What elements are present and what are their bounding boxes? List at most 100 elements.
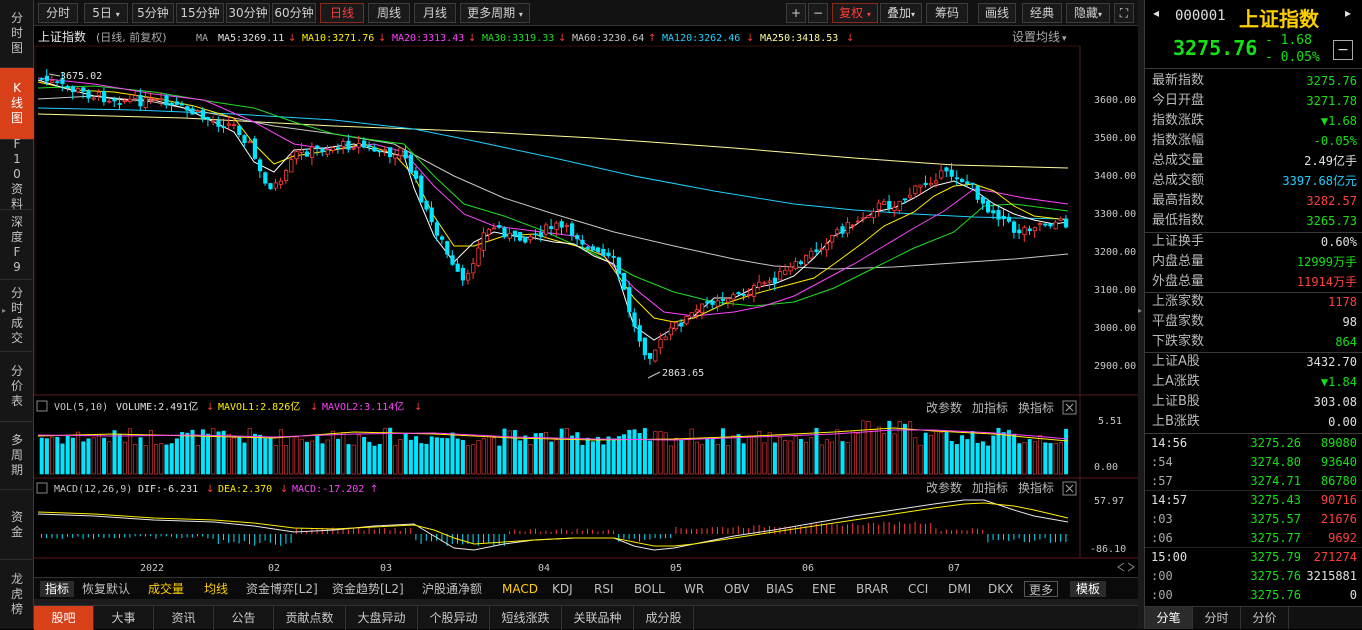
stat-label: 最高指数 <box>1152 193 1205 208</box>
tab-zixun[interactable]: 资讯 <box>154 606 214 630</box>
tab-fenshi[interactable]: 分时 <box>1193 607 1241 629</box>
macd-change-param-link[interactable]: 改参数 <box>926 480 962 495</box>
candle-body <box>471 263 476 274</box>
indicator-tab[interactable]: 恢复默认 <box>82 581 130 597</box>
indicator-tab[interactable]: MACD <box>502 581 538 597</box>
more-periods-button[interactable]: 更多周期 ▾ <box>460 3 530 23</box>
tick-volume: 9692 <box>1328 531 1357 545</box>
volume-bar <box>252 433 257 475</box>
candle-body <box>564 225 570 227</box>
indicator-tab[interactable]: 资金博弈[L2] <box>246 581 318 597</box>
period-daily-button[interactable]: 日线 <box>320 3 364 23</box>
scroll-right-icon[interactable] <box>1127 562 1135 572</box>
kline-chart-area[interactable]: 上证指数 (日线, 前复权) MA MA5:3269.11 ↓ MA10:327… <box>34 26 1138 577</box>
indicator-tab[interactable]: BRAR <box>856 581 889 597</box>
tab-gongxian[interactable]: 贡献点数 <box>274 606 346 630</box>
nav-zijin[interactable]: 资金 <box>0 490 34 560</box>
nav-f10[interactable]: F10资料 <box>0 137 34 211</box>
volume-bar <box>518 440 523 475</box>
indicator-tab[interactable]: BIAS <box>766 581 794 597</box>
tab-fenjia[interactable]: 分价 <box>1241 607 1289 629</box>
stat-row: 上证B股 303.08 <box>1145 392 1362 412</box>
indicator-tab[interactable]: DMI <box>948 581 971 597</box>
period-30min-button[interactable]: 30分钟 <box>226 3 270 23</box>
tab-gegu-yidong[interactable]: 个股异动 <box>418 606 490 630</box>
nav-fenjiabiao[interactable]: 分价表 <box>0 352 34 422</box>
chips-button[interactable]: 筹码 <box>926 3 968 23</box>
nav-kline[interactable]: K线图 <box>0 68 34 140</box>
expand-arrow-icon[interactable]: ▸ <box>2 306 6 315</box>
overlay-button[interactable]: 叠加▾ <box>880 3 922 23</box>
period-60min-button[interactable]: 60分钟 <box>272 3 316 23</box>
candle-body <box>861 217 866 220</box>
candle-body <box>226 123 231 126</box>
candle-body <box>543 224 549 235</box>
indicator-tab[interactable]: CCI <box>908 581 928 597</box>
macd-switch-indicator-link[interactable]: 换指标 <box>1018 480 1054 495</box>
zoom-out-button[interactable]: − <box>808 3 828 23</box>
scroll-left-icon[interactable] <box>1117 562 1125 572</box>
tab-gonggao[interactable]: 公告 <box>214 606 274 630</box>
volume-bar <box>788 440 793 475</box>
period-15min-button[interactable]: 15分钟 <box>176 3 224 23</box>
indicator-tab[interactable]: 资金趋势[L2] <box>332 581 404 597</box>
nav-depth-f9[interactable]: 深度F9 <box>0 210 34 280</box>
vol-add-indicator-link[interactable]: 加指标 <box>972 400 1008 415</box>
vol-change-param-link[interactable]: 改参数 <box>926 400 962 415</box>
back-arrow-icon[interactable]: ◂ <box>1153 6 1159 20</box>
nav-fenshitu[interactable]: 分时图 <box>0 0 34 68</box>
vol-switch-indicator-link[interactable]: 换指标 <box>1018 400 1054 415</box>
tab-chengfengu[interactable]: 成分股 <box>634 606 694 630</box>
indicator-tab[interactable]: 指标 <box>40 581 74 597</box>
period-monthly-button[interactable]: 月线 <box>414 3 456 23</box>
ma-settings-link[interactable]: 设置均线 <box>1012 30 1060 44</box>
indicator-tab[interactable]: 均线 <box>204 581 228 597</box>
more-indicators-button[interactable]: 更多 <box>1024 581 1059 597</box>
collapse-arrow-icon[interactable]: ▸ <box>1138 306 1142 315</box>
hide-button[interactable]: 隐藏▾ <box>1066 3 1110 23</box>
template-button[interactable]: 模板 <box>1070 581 1107 597</box>
period-5day-button[interactable]: 5日 ▾ <box>84 3 128 23</box>
tab-duanxian[interactable]: 短线涨跌 <box>490 606 562 630</box>
zoom-in-button[interactable]: + <box>786 3 806 23</box>
indicator-tab[interactable]: 沪股通净额 <box>422 581 482 597</box>
forward-arrow-icon[interactable]: ▸ <box>1345 6 1351 20</box>
classic-button[interactable]: 经典 <box>1022 3 1062 23</box>
tab-guba[interactable]: 股吧 <box>34 606 94 630</box>
nav-duozhouqi[interactable]: 多周期 <box>0 422 34 490</box>
minimize-button[interactable]: − <box>1333 40 1353 60</box>
nav-longhubang[interactable]: 龙虎榜 <box>0 560 34 629</box>
tab-fenbi[interactable]: 分笔 <box>1145 607 1193 629</box>
draw-line-button[interactable]: 画线 <box>978 3 1016 23</box>
indicator-tab[interactable]: RSI <box>594 581 614 597</box>
candle-body <box>1048 223 1053 227</box>
indicator-tab[interactable]: OBV <box>724 581 750 597</box>
volume-bar <box>596 436 601 475</box>
indicator-tab[interactable]: DKX <box>988 581 1013 597</box>
fullscreen-icon[interactable]: ⛶ <box>1114 3 1134 23</box>
indicator-tab[interactable]: ENE <box>812 581 836 597</box>
volume-bar <box>102 437 107 475</box>
period-fenshi-button[interactable]: 分时 <box>38 3 78 23</box>
stat-row: 最新指数 3275.76 <box>1145 71 1362 91</box>
fuquan-button[interactable]: 复权 ▾ <box>832 3 878 23</box>
price-tick: 3400.00 <box>1094 171 1136 182</box>
tab-guanlian[interactable]: 关联品种 <box>562 606 634 630</box>
nav-fenshi-chengjiao[interactable]: 分时成交 <box>0 280 34 352</box>
period-weekly-button[interactable]: 周线 <box>368 3 410 23</box>
macd-add-indicator-link[interactable]: 加指标 <box>972 480 1008 495</box>
volume-bar <box>377 443 382 475</box>
candle-body <box>845 222 850 234</box>
kline-chart[interactable]: 上证指数 (日线, 前复权) MA MA5:3269.11 ↓ MA10:327… <box>34 26 1138 577</box>
candle-body <box>871 210 876 218</box>
indicator-tab[interactable]: 成交量 <box>148 581 184 597</box>
tab-dapan-yidong[interactable]: 大盘异动 <box>346 606 418 630</box>
vol-panel-toggle-icon[interactable] <box>36 400 48 412</box>
indicator-tab[interactable]: WR <box>684 581 704 597</box>
indicator-tab[interactable]: BOLL <box>634 581 665 597</box>
period-5min-button[interactable]: 5分钟 <box>132 3 174 23</box>
tab-dashi[interactable]: 大事 <box>94 606 154 630</box>
indicator-tab[interactable]: KDJ <box>552 581 573 597</box>
macd-panel-toggle-icon[interactable] <box>36 482 48 494</box>
candle-body <box>1053 221 1058 230</box>
